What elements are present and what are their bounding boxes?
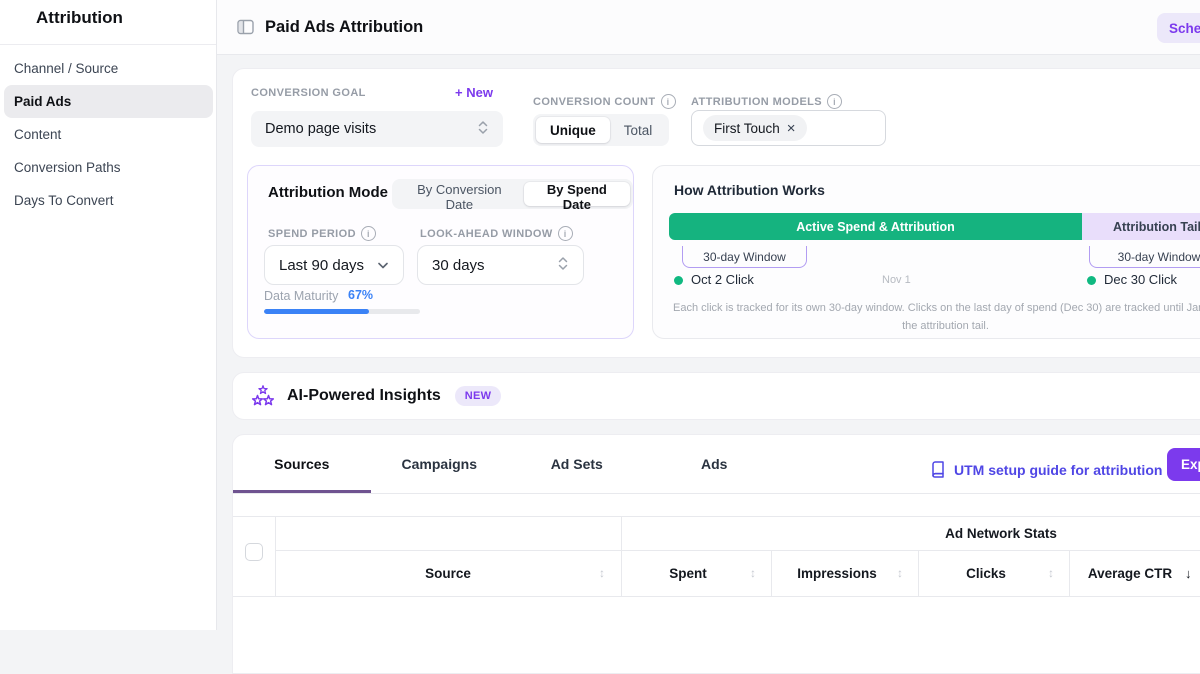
conversion-count-toggle: Unique Total bbox=[533, 114, 669, 146]
left-click-event: Oct 2 Click bbox=[691, 272, 754, 287]
sparkles-icon bbox=[251, 384, 275, 408]
page-title: Paid Ads Attribution bbox=[265, 18, 423, 37]
model-chip-first-touch: First Touch × bbox=[703, 115, 807, 141]
updown-chevron-icon bbox=[557, 256, 569, 275]
sidebar-item-paid-ads[interactable]: Paid Ads bbox=[4, 85, 213, 118]
table-row-divider bbox=[275, 550, 1200, 551]
sidebar-item-content[interactable]: Content bbox=[4, 118, 213, 151]
spend-period-label: SPEND PERIOD i bbox=[268, 226, 376, 241]
attribution-mode-toggle: By Conversion Date By Spend Date bbox=[392, 179, 633, 209]
data-maturity-label: Data Maturity bbox=[264, 289, 338, 303]
sidebar-item-conversion-paths[interactable]: Conversion Paths bbox=[4, 151, 213, 184]
export-button[interactable]: Export bbox=[1167, 448, 1200, 481]
conversion-goal-label: CONVERSION GOAL bbox=[251, 87, 366, 99]
green-dot-icon bbox=[1087, 276, 1096, 285]
tab-sources[interactable]: Sources bbox=[233, 435, 371, 493]
tab-ads[interactable]: Ads bbox=[646, 435, 784, 493]
table-col-divider bbox=[771, 550, 772, 596]
green-dot-icon bbox=[674, 276, 683, 285]
column-header-average-ctr[interactable]: Average CTR bbox=[1088, 566, 1172, 581]
select-all-checkbox[interactable] bbox=[245, 543, 263, 561]
table-border-bottom bbox=[233, 596, 1200, 597]
sidebar-nav: Channel / Source Paid Ads Content Conver… bbox=[4, 52, 213, 217]
info-icon[interactable]: i bbox=[558, 226, 573, 241]
right-click-event: Dec 30 Click bbox=[1104, 272, 1177, 287]
table-col-divider bbox=[1069, 550, 1070, 596]
look-ahead-select[interactable]: 30 days bbox=[417, 245, 584, 285]
left-window-bracket: 30-day Window bbox=[682, 246, 807, 268]
look-ahead-label-text: LOOK-AHEAD WINDOW bbox=[420, 228, 553, 240]
book-icon bbox=[930, 461, 946, 478]
chevron-down-icon bbox=[377, 257, 389, 274]
remove-model-icon[interactable]: × bbox=[787, 121, 796, 136]
sidebar-divider bbox=[0, 44, 216, 45]
info-icon[interactable]: i bbox=[361, 226, 376, 241]
utm-guide-link[interactable]: UTM setup guide for attribution bbox=[930, 461, 1162, 478]
new-badge: NEW bbox=[455, 386, 502, 406]
mode-by-conversion-date-button[interactable]: By Conversion Date bbox=[395, 182, 524, 206]
sidebar: Attribution Channel / Source Paid Ads Co… bbox=[0, 0, 217, 630]
right-window-bracket: 30-day Window bbox=[1089, 246, 1200, 268]
works-title: How Attribution Works bbox=[674, 182, 825, 198]
count-unique-button[interactable]: Unique bbox=[536, 117, 610, 143]
table-col-divider bbox=[275, 516, 276, 596]
spend-period-select[interactable]: Last 90 days bbox=[264, 245, 404, 285]
attribution-settings-card: CONVERSION GOAL + New Demo page visits C… bbox=[232, 68, 1200, 358]
look-ahead-value: 30 days bbox=[432, 257, 485, 274]
spend-period-value: Last 90 days bbox=[279, 257, 364, 274]
attribution-models-input[interactable]: First Touch × bbox=[691, 110, 886, 146]
mode-by-spend-date-button[interactable]: By Spend Date bbox=[524, 182, 630, 206]
active-spend-bar: Active Spend & Attribution bbox=[669, 213, 1082, 240]
new-goal-button[interactable]: + New bbox=[455, 85, 493, 100]
column-header-impressions[interactable]: Impressions bbox=[797, 566, 877, 581]
attribution-tail-bar: Attribution Tail bbox=[1082, 213, 1200, 240]
tab-campaigns[interactable]: Campaigns bbox=[371, 435, 509, 493]
tab-ad-sets[interactable]: Ad Sets bbox=[508, 435, 646, 493]
attribution-models-label-text: ATTRIBUTION MODELS bbox=[691, 96, 822, 108]
sidebar-title: Attribution bbox=[36, 8, 123, 28]
info-icon[interactable]: i bbox=[827, 94, 842, 109]
info-icon[interactable]: i bbox=[661, 94, 676, 109]
conversion-goal-select[interactable]: Demo page visits bbox=[251, 111, 503, 147]
table-col-divider bbox=[918, 550, 919, 596]
conversion-count-label-text: CONVERSION COUNT bbox=[533, 96, 656, 108]
spend-period-label-text: SPEND PERIOD bbox=[268, 228, 356, 240]
count-total-button[interactable]: Total bbox=[610, 117, 667, 143]
data-maturity-value: 67% bbox=[348, 288, 373, 302]
sort-desc-icon[interactable]: ↓ bbox=[1185, 566, 1192, 581]
sidebar-item-days-to-convert[interactable]: Days To Convert bbox=[4, 184, 213, 217]
model-chip-label: First Touch bbox=[714, 121, 780, 136]
utm-guide-label: UTM setup guide for attribution bbox=[954, 462, 1162, 478]
column-header-spent[interactable]: Spent bbox=[669, 566, 707, 581]
sort-icon[interactable]: ↕ bbox=[599, 566, 605, 580]
table-col-divider bbox=[621, 516, 622, 596]
data-maturity-bar bbox=[264, 309, 420, 314]
report-card: Sources Campaigns Ad Sets Ads UTM setup … bbox=[232, 434, 1200, 674]
sort-icon[interactable]: ↕ bbox=[897, 566, 903, 580]
ai-insights-card[interactable]: AI-Powered Insights NEW bbox=[232, 372, 1200, 420]
attribution-mode-title: Attribution Mode bbox=[268, 184, 388, 201]
schedule-button[interactable]: Schedule bbox=[1157, 13, 1200, 43]
how-attribution-works-panel: How Attribution Works Active Spend & Att… bbox=[652, 165, 1200, 339]
sidebar-item-channel-source[interactable]: Channel / Source bbox=[4, 52, 213, 85]
column-header-source[interactable]: Source bbox=[425, 566, 471, 581]
updown-chevron-icon bbox=[477, 120, 489, 139]
sort-icon[interactable]: ↕ bbox=[1048, 566, 1054, 580]
attribution-mode-panel: Attribution Mode By Conversion Date By S… bbox=[247, 165, 634, 339]
ai-insights-title: AI-Powered Insights bbox=[287, 387, 441, 405]
conversion-count-label: CONVERSION COUNT i bbox=[533, 94, 676, 109]
group-header-ad-network-stats: Ad Network Stats bbox=[945, 526, 1057, 541]
look-ahead-label: LOOK-AHEAD WINDOW i bbox=[420, 226, 573, 241]
collapse-sidebar-icon[interactable] bbox=[237, 19, 254, 40]
data-maturity-fill bbox=[264, 309, 369, 314]
mid-date-label: Nov 1 bbox=[882, 274, 911, 286]
conversion-goal-value: Demo page visits bbox=[265, 121, 376, 137]
works-caption-line1: Each click is tracked for its own 30-day… bbox=[673, 300, 1200, 318]
works-caption-line2: the attribution tail. bbox=[673, 318, 1200, 336]
column-header-clicks[interactable]: Clicks bbox=[966, 566, 1006, 581]
attribution-models-label: ATTRIBUTION MODELS i bbox=[691, 94, 842, 109]
sort-icon[interactable]: ↕ bbox=[750, 566, 756, 580]
table-border-top bbox=[233, 516, 1200, 517]
works-caption: Each click is tracked for its own 30-day… bbox=[673, 300, 1200, 335]
